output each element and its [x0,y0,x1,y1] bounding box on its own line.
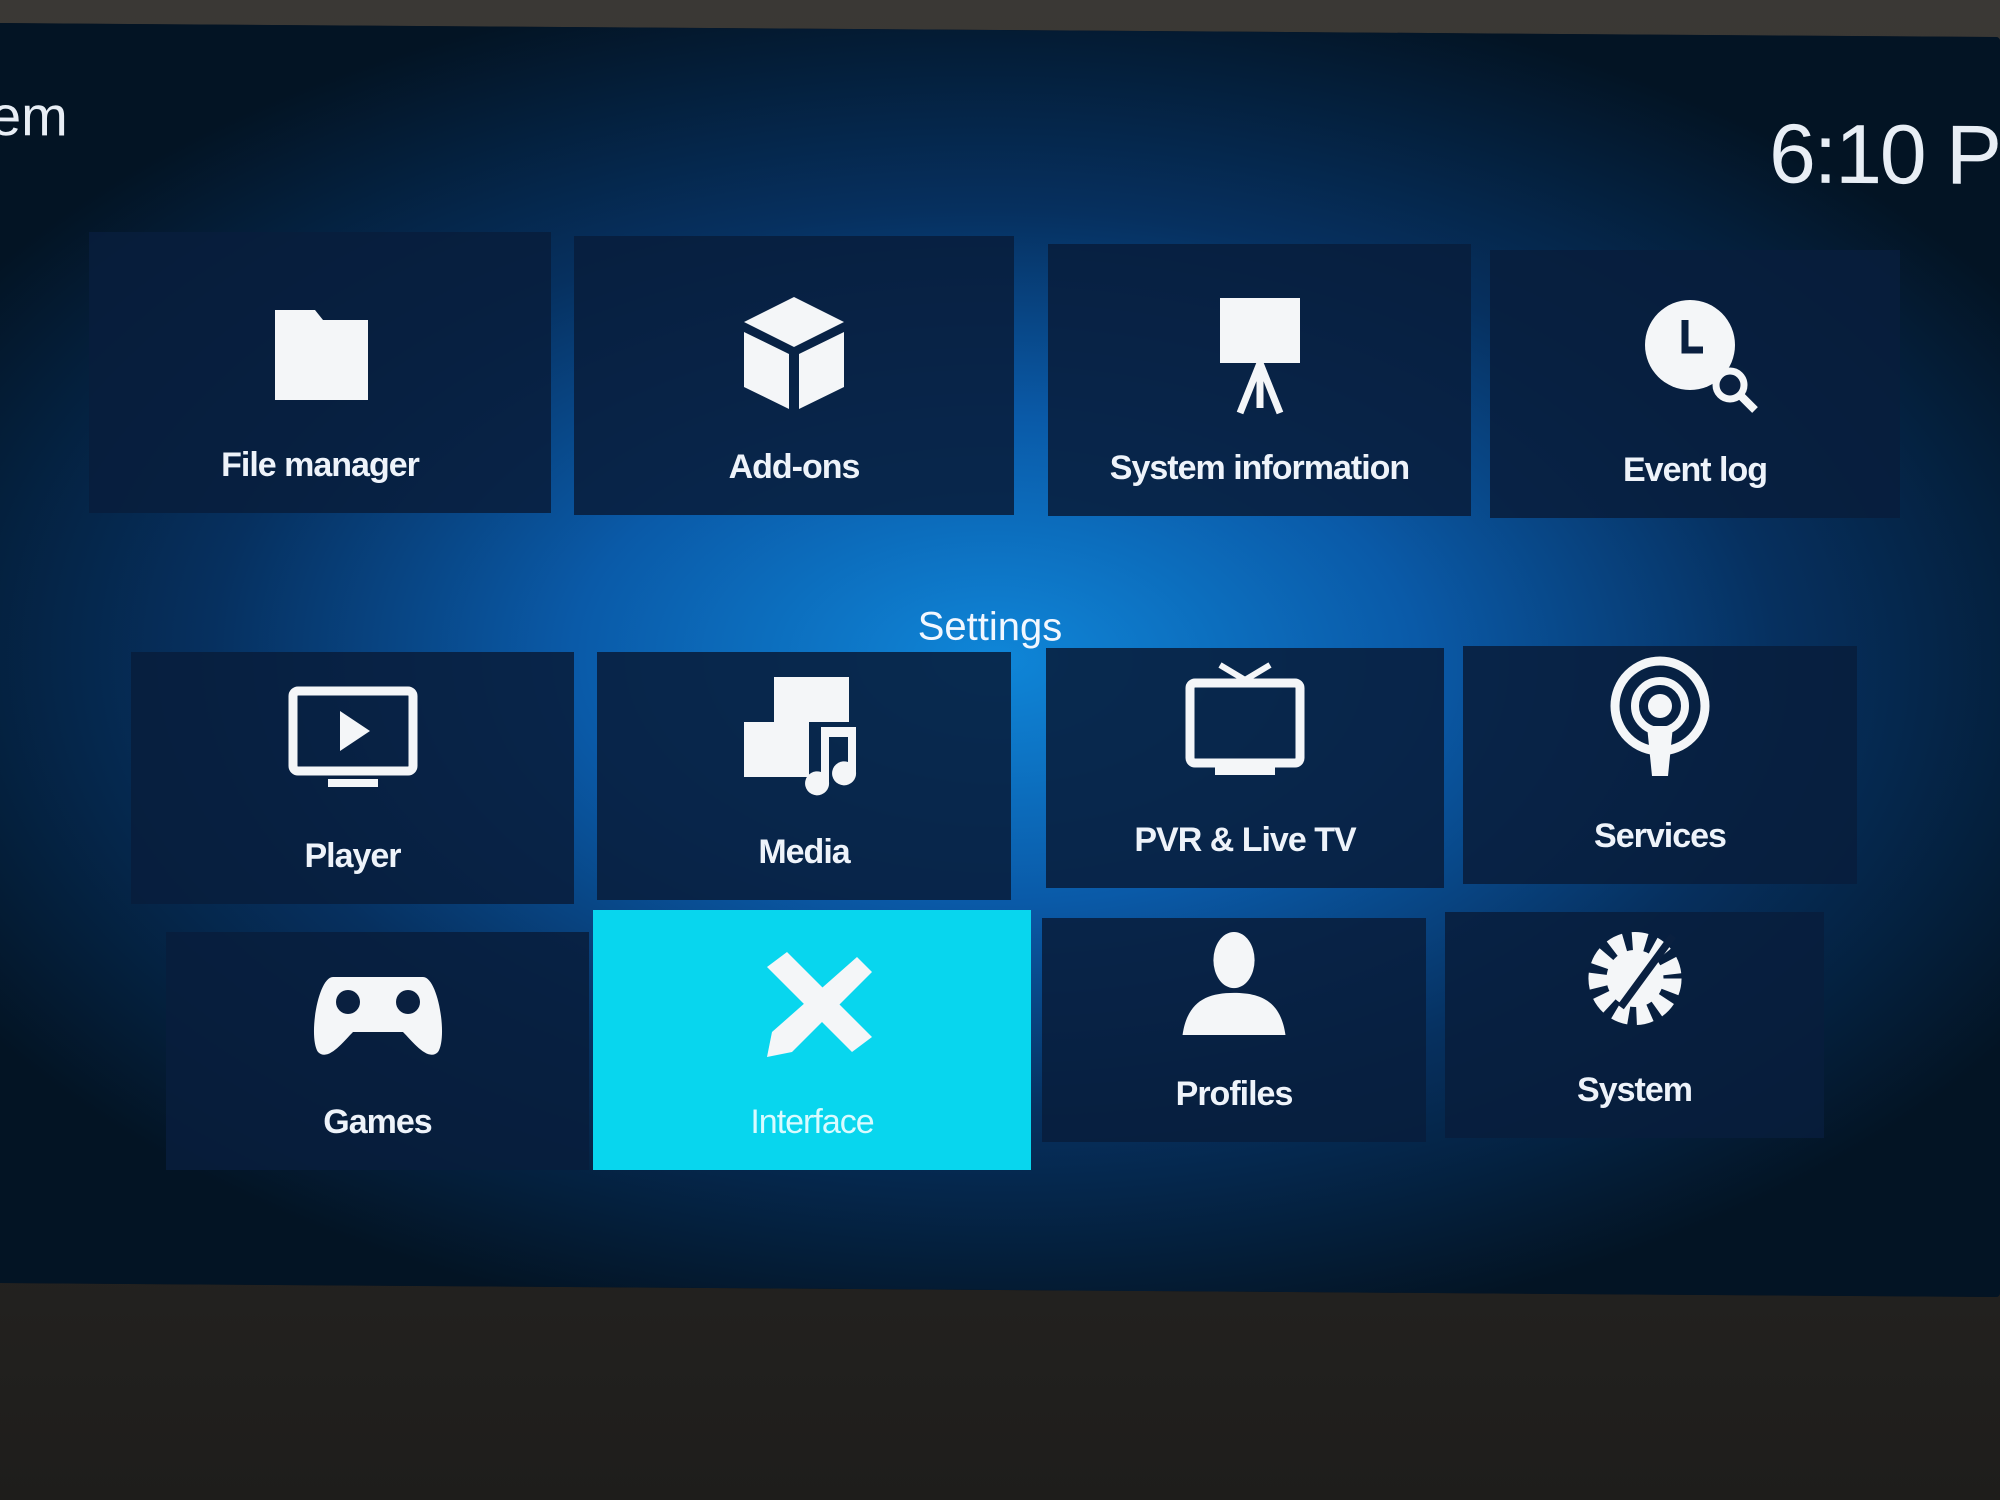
tile-services[interactable]: Services [1463,646,1857,884]
window-title: em [0,83,68,148]
tile-games[interactable]: Games [166,932,589,1170]
tile-label: Profiles [1175,1075,1294,1113]
tile-label: Add-ons [728,448,861,486]
tile-player[interactable]: Player [131,652,574,904]
tile-label: System information [1109,449,1410,487]
tile-label: Player [304,837,401,875]
gamepad-icon [313,977,442,1055]
clock: 6:10 P [1769,106,2000,203]
tile-label: Services [1594,817,1727,855]
tv-icon [1185,662,1305,775]
podcast-icon [1610,656,1710,776]
clock-search-icon [1645,300,1758,413]
presentation-icon [1219,298,1300,415]
folder-icon [275,310,368,400]
pencil-ruler-icon [767,952,872,1057]
tile-event-log[interactable]: Event log [1490,250,1900,518]
tile-system[interactable]: System [1445,912,1824,1138]
media-icon [744,677,857,796]
gear-icon [1587,931,1682,1026]
tile-label: Media [758,833,850,871]
person-icon [1182,932,1286,1035]
tile-add-ons[interactable]: Add-ons [574,236,1014,515]
tile-system-information[interactable]: System information [1048,244,1471,516]
tile-label: System [1577,1071,1693,1109]
tile-label: File manager [221,446,420,484]
monitor-play-icon [288,686,417,787]
tile-label: Event log [1622,451,1768,489]
tile-label: Games [323,1103,432,1141]
tile-label: PVR & Live TV [1134,821,1356,859]
box-icon [744,297,844,409]
tile-pvr-live-tv[interactable]: PVR & Live TV [1046,648,1444,888]
tile-media[interactable]: Media [597,652,1011,900]
tile-file-manager[interactable]: File manager [89,232,551,513]
tile-interface[interactable]: Interface [593,910,1031,1170]
tile-label: Interface [750,1103,874,1141]
tile-profiles[interactable]: Profiles [1042,918,1426,1142]
